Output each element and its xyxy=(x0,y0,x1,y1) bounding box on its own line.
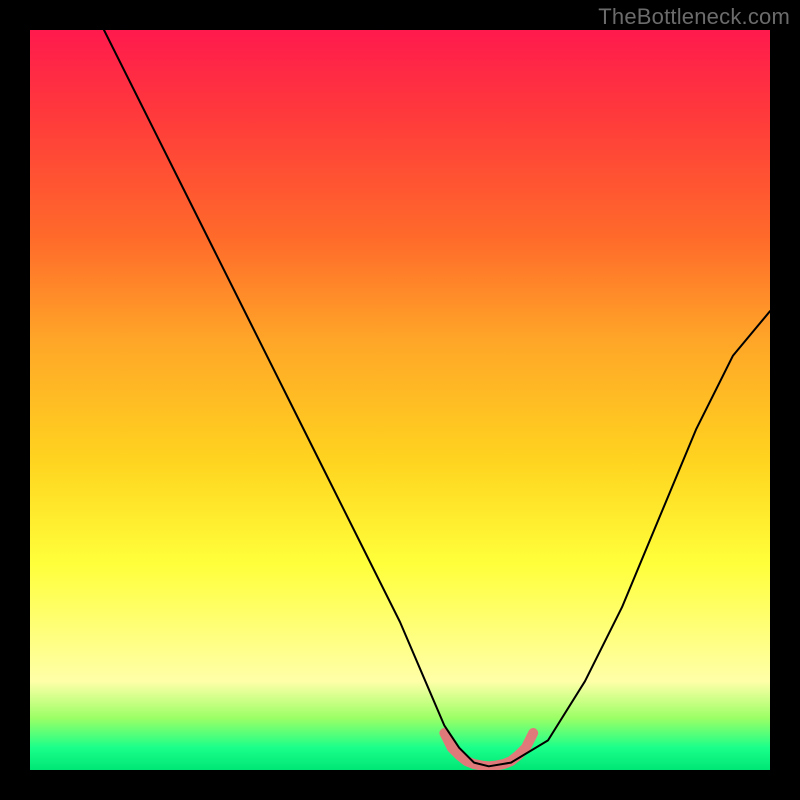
main-curve xyxy=(104,30,770,766)
chart-svg xyxy=(30,30,770,770)
watermark-text: TheBottleneck.com xyxy=(598,4,790,30)
sweet-spot-curve xyxy=(444,733,533,766)
chart-frame: TheBottleneck.com xyxy=(0,0,800,800)
plot-area xyxy=(30,30,770,770)
